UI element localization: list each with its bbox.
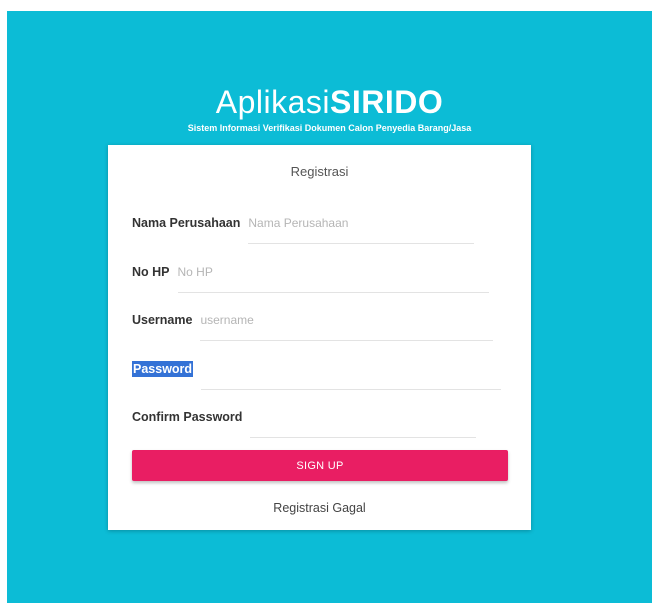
username-input[interactable]	[200, 312, 494, 341]
confirm-password-label: Confirm Password	[132, 410, 243, 424]
registration-card: Registrasi Nama Perusahaan No HP Usernam…	[108, 145, 531, 530]
app-title-bold: SIRIDO	[330, 84, 444, 120]
username-label: Username	[132, 313, 193, 327]
phone-input[interactable]	[177, 264, 489, 293]
username-row: Username	[132, 312, 494, 341]
company-name-label: Nama Perusahaan	[132, 216, 241, 230]
phone-label: No HP	[132, 265, 170, 279]
registration-status: Registrasi Gagal	[273, 501, 366, 515]
company-name-input[interactable]	[248, 215, 475, 244]
page-background: AplikasiSIRIDO Sistem Informasi Verifika…	[7, 11, 652, 603]
app-title-light: Aplikasi	[215, 84, 331, 120]
password-row: Password	[132, 361, 502, 390]
form-title: Registrasi	[290, 164, 349, 179]
sign-up-button[interactable]: SIGN UP	[132, 450, 508, 481]
company-name-row: Nama Perusahaan	[132, 215, 475, 244]
app-subtitle: Sistem Informasi Verifikasi Dokumen Calo…	[187, 123, 472, 133]
password-label: Password	[132, 361, 194, 377]
phone-row: No HP	[132, 264, 489, 293]
confirm-password-row: Confirm Password	[132, 409, 477, 438]
confirm-password-input[interactable]	[250, 409, 477, 438]
password-input[interactable]	[201, 361, 502, 390]
app-title: AplikasiSIRIDO	[7, 84, 652, 121]
